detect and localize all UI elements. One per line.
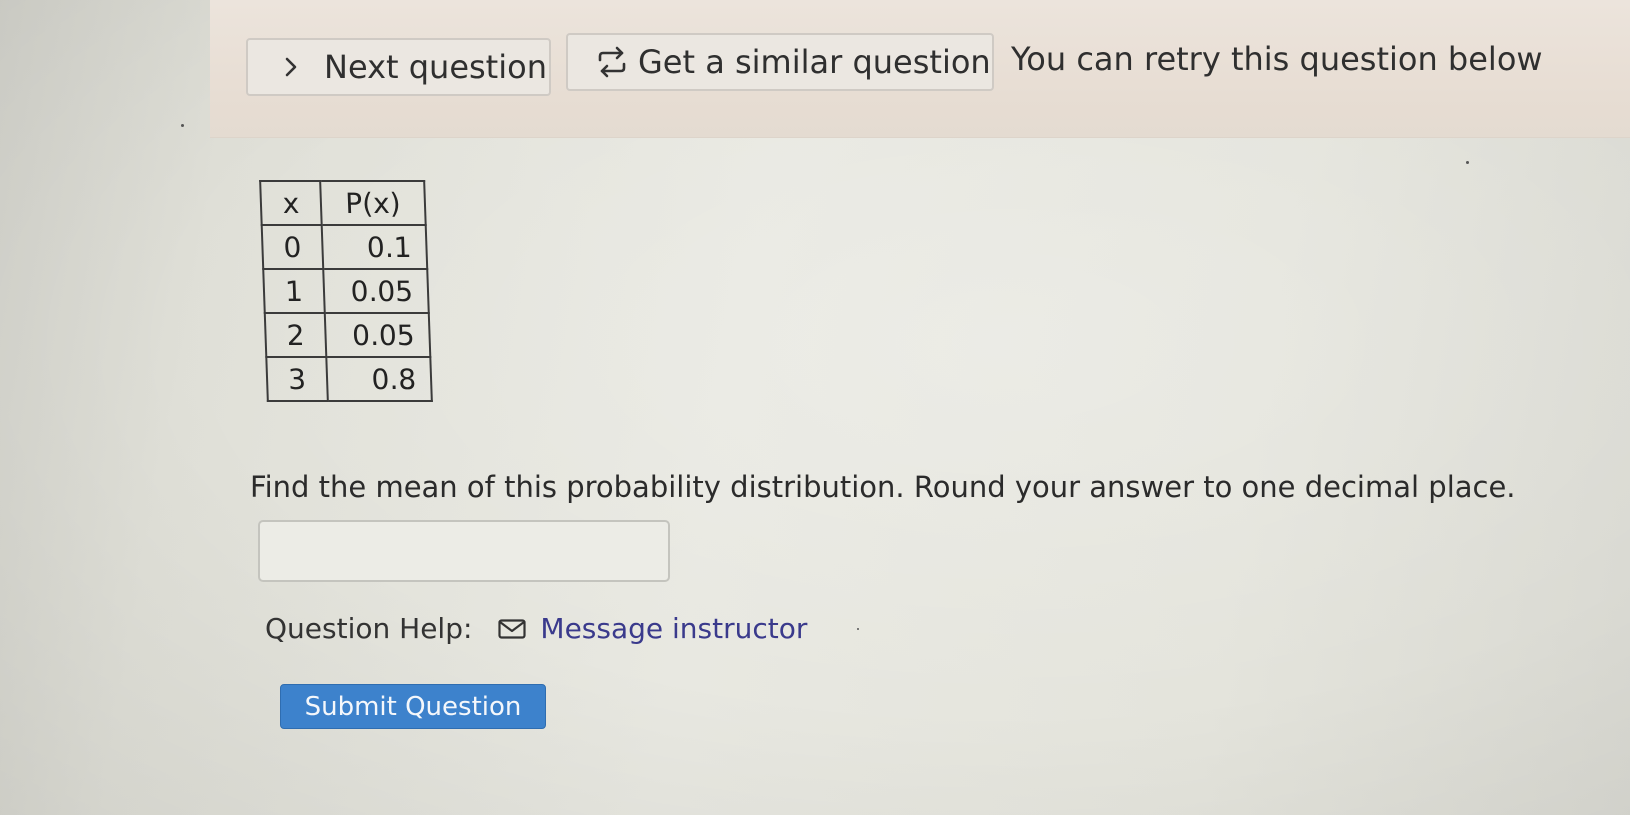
similar-question-button[interactable]: Get a similar question [566,33,994,91]
cell-px: 0.05 [324,313,431,357]
table-row: 0 0.1 [261,225,428,269]
retry-message: You can retry this question below [1011,40,1543,78]
submit-question-button[interactable]: Submit Question [280,684,546,729]
cell-x: 2 [264,313,327,357]
screen-speck [857,628,859,630]
cell-x: 3 [266,357,328,401]
cell-x: 0 [261,225,324,269]
question-prompt: Find the mean of this probability distri… [250,470,1516,504]
cell-px: 0.8 [326,357,432,401]
message-instructor-label: Message instructor [540,612,808,645]
screen-speck [181,124,184,127]
table-row: 2 0.05 [264,313,431,357]
table-row: 3 0.8 [266,357,432,401]
question-help-label: Question Help: [265,612,473,645]
similar-question-label: Get a similar question [638,43,991,81]
header-x: x [260,181,322,225]
cell-x: 1 [263,269,325,313]
mail-icon [498,618,528,640]
header-px: P(x) [320,181,426,225]
screen-speck [1466,161,1469,164]
probability-table: x P(x) 0 0.1 1 0.05 2 0.05 3 0.8 [259,180,433,402]
cell-px: 0.05 [323,269,429,313]
table-header-row: x P(x) [260,181,426,225]
next-question-label: Next question [324,48,547,86]
answer-input[interactable] [258,520,670,582]
cell-px: 0.1 [321,225,428,269]
chevron-right-icon [284,56,324,78]
question-help: Question Help: Message instructor [265,612,807,645]
repeat-icon [594,42,638,82]
next-question-button[interactable]: Next question [246,38,551,96]
table-row: 1 0.05 [263,269,429,313]
message-instructor-link[interactable]: Message instructor [498,612,807,645]
